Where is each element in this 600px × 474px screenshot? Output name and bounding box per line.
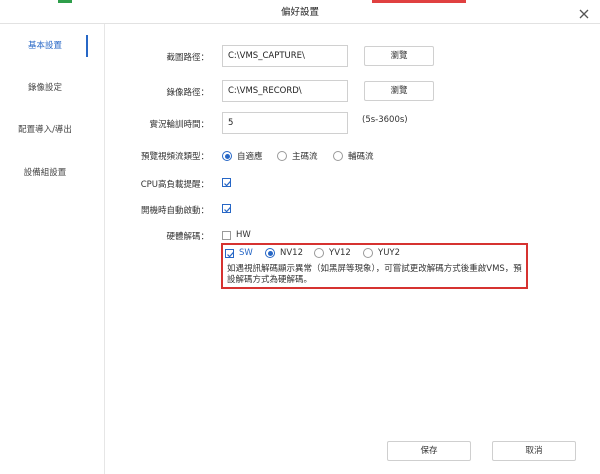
hw-decode-sw-checkbox[interactable]: SW [225,248,253,258]
cpu-alert-label: CPU高負載提醒： [140,180,209,190]
stream-type-label: 預覽視頻流類型： [140,152,209,162]
record-path-browse-button[interactable]: 瀏覽 [364,81,434,101]
background-app-green-mark [58,0,72,3]
hw-decode-label: 硬體解碼： [166,232,209,242]
radio-selected-icon [222,151,232,161]
capture-path-label: 截圖路徑： [166,53,209,63]
auto-start-checkbox[interactable] [222,204,236,213]
stream-type-option-label: 主碼流 [292,152,318,162]
stream-type-option-sub[interactable]: 輔碼流 [333,150,374,162]
sidebar-item-basic-settings[interactable]: 基本設置 [0,38,90,54]
dialog-titlebar: 偏好設置 [0,4,600,24]
close-icon[interactable] [578,8,590,20]
cancel-button[interactable]: 取消 [492,441,576,461]
checkbox-checked-icon [225,248,235,258]
decode-format-label: YUY2 [378,248,401,258]
radio-unselected-icon [333,151,343,161]
sidebar-item-recording-settings[interactable]: 錄像設定 [0,80,90,96]
background-app-red-mark [372,0,466,3]
poll-interval-label: 實況輪訓時間： [149,120,209,130]
decode-format-option-yv12[interactable]: YV12 [314,248,351,258]
sw-option-label: SW [239,248,253,258]
sidebar-active-indicator [86,35,88,57]
sidebar-item-device-group-settings[interactable]: 設備組設置 [0,165,90,181]
capture-path-input[interactable]: C:\VMS_CAPTURE\ [222,45,348,67]
dialog-title: 偏好設置 [280,7,319,18]
decode-format-label: NV12 [280,248,303,258]
auto-start-label: 開機時自動啟動： [140,206,209,216]
radio-unselected-icon [363,248,373,258]
decode-format-option-yuy2[interactable]: YUY2 [363,248,400,258]
decode-format-label: YV12 [329,248,351,258]
stream-type-option-main[interactable]: 主碼流 [277,150,318,162]
radio-unselected-icon [314,248,324,258]
hw-option-label: HW [236,230,251,240]
sidebar-item-config-import-export[interactable]: 配置導入/導出 [0,122,90,138]
decode-note: 如遇視訊解碼顯示異常（如黑屏等現象），可嘗試更改解碼方式後重啟VMS，預設解碼方… [227,264,522,285]
stream-type-option-label: 自適應 [237,152,263,162]
save-button[interactable]: 保存 [387,441,471,461]
checkbox-checked-icon [222,178,232,187]
checkbox-unchecked-icon [222,230,231,240]
stream-type-option-adaptive[interactable]: 自適應 [222,150,263,162]
sidebar: 基本設置 錄像設定 配置導入/導出 設備組設置 [0,24,90,474]
poll-interval-range-hint: (5s-3600s) [362,115,408,125]
record-path-label: 錄像路徑： [166,88,209,98]
checkbox-checked-icon [222,204,232,213]
radio-selected-icon [265,248,275,258]
hw-decode-hw-checkbox[interactable]: HW [222,230,251,240]
radio-unselected-icon [277,151,287,161]
stream-type-option-label: 輔碼流 [348,152,374,162]
cpu-alert-checkbox[interactable] [222,178,236,187]
record-path-input[interactable]: C:\VMS_RECORD\ [222,80,348,102]
decode-format-option-nv12[interactable]: NV12 [265,248,303,258]
sidebar-divider [104,24,105,474]
capture-path-browse-button[interactable]: 瀏覽 [364,46,434,66]
poll-interval-input[interactable]: 5 [222,112,348,134]
